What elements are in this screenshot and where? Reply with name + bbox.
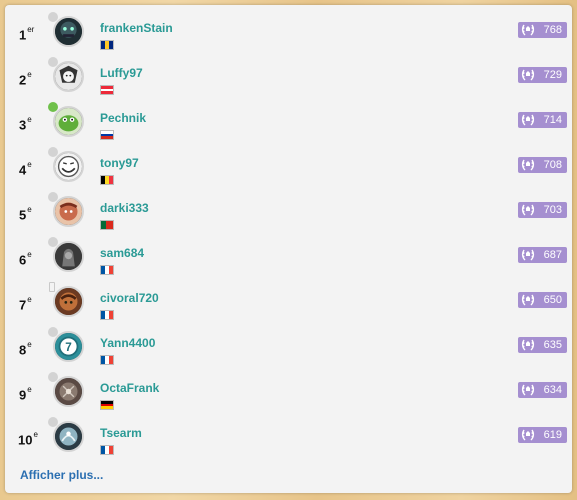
- player-name[interactable]: frankenStain: [100, 21, 173, 35]
- laurel-icon: [521, 249, 535, 261]
- avatar[interactable]: 7: [53, 331, 84, 362]
- laurel-icon: [521, 114, 535, 126]
- laurel-icon: [521, 204, 535, 216]
- laurel-icon: [521, 294, 535, 306]
- elo-value: 768: [543, 24, 562, 36]
- avatar[interactable]: [53, 106, 84, 137]
- elo-badge: 714: [518, 112, 567, 128]
- france-flag-icon: [100, 355, 114, 365]
- rank-label: 10e: [18, 430, 38, 448]
- laurel-icon: [521, 159, 535, 171]
- player-name[interactable]: sam684: [100, 246, 144, 260]
- leaderboard-row[interactable]: 9e OctaFrank 634: [5, 369, 572, 414]
- avatar[interactable]: [53, 421, 84, 452]
- player-name[interactable]: Luffy97: [100, 66, 143, 80]
- laurel-icon: [521, 24, 535, 36]
- barbados-flag-icon: [100, 40, 114, 50]
- rank-label: 5e: [19, 205, 32, 223]
- elo-value: 687: [543, 249, 562, 261]
- leaderboard-row[interactable]: 1er frankenStain 768: [5, 9, 572, 54]
- elo-badge: 703: [518, 202, 567, 218]
- status-dot-icon: [48, 372, 58, 382]
- avatar[interactable]: [53, 376, 84, 407]
- rank-label: 9e: [19, 385, 32, 403]
- player-name[interactable]: Yann4400: [100, 336, 155, 350]
- leaderboard-row[interactable]: 8e 7 Yann4400 635: [5, 324, 572, 369]
- russia-flag-icon: [100, 130, 114, 140]
- elo-badge: 635: [518, 337, 567, 353]
- leaderboard-row[interactable]: 10e Tsearm 619: [5, 414, 572, 459]
- leaderboard-panel: 1er frankenStain 768 2e Luffy97 729 3e P…: [5, 5, 572, 493]
- rank-label: 7e: [19, 295, 32, 313]
- player-name[interactable]: Tsearm: [100, 426, 142, 440]
- elo-badge: 708: [518, 157, 567, 173]
- elo-badge: 687: [518, 247, 567, 263]
- player-name[interactable]: OctaFrank: [100, 381, 159, 395]
- avatar[interactable]: [53, 196, 84, 227]
- status-dot-icon: [48, 147, 58, 157]
- elo-value: 635: [543, 339, 562, 351]
- germany-flag-icon: [100, 400, 114, 410]
- show-more-link[interactable]: Afficher plus...: [20, 468, 103, 482]
- elo-value: 634: [543, 384, 562, 396]
- france-flag-icon: [100, 445, 114, 455]
- svg-text:7: 7: [65, 341, 72, 354]
- avatar[interactable]: [53, 16, 84, 47]
- elo-badge: 650: [518, 292, 567, 308]
- elo-badge: 634: [518, 382, 567, 398]
- elo-value: 714: [543, 114, 562, 126]
- rank-label: 1er: [19, 25, 35, 43]
- rank-label: 3e: [19, 115, 32, 133]
- avatar[interactable]: [53, 241, 84, 272]
- player-name[interactable]: civoral720: [100, 291, 159, 305]
- laurel-icon: [521, 429, 535, 441]
- leaderboard-row[interactable]: 3e Pechnik 714: [5, 99, 572, 144]
- portugal-flag-icon: [100, 220, 114, 230]
- leaderboard-row[interactable]: 6e sam684 687: [5, 234, 572, 279]
- avatar[interactable]: [53, 61, 84, 92]
- rank-label: 4e: [19, 160, 32, 178]
- france-flag-icon: [100, 265, 114, 275]
- elo-badge: 619: [518, 427, 567, 443]
- elo-badge: 729: [518, 67, 567, 83]
- france-flag-icon: [100, 310, 114, 320]
- mobile-status-icon: [49, 282, 55, 292]
- rank-label: 8e: [19, 340, 32, 358]
- player-name[interactable]: Pechnik: [100, 111, 146, 125]
- avatar[interactable]: [53, 286, 84, 317]
- elo-value: 729: [543, 69, 562, 81]
- avatar[interactable]: [53, 151, 84, 182]
- laurel-icon: [521, 339, 535, 351]
- elo-value: 619: [543, 429, 562, 441]
- status-dot-icon: [48, 57, 58, 67]
- laurel-icon: [521, 69, 535, 81]
- leaderboard-row[interactable]: 2e Luffy97 729: [5, 54, 572, 99]
- elo-value: 703: [543, 204, 562, 216]
- status-dot-icon: [48, 417, 58, 427]
- leaderboard-row[interactable]: 4e tony97 708: [5, 144, 572, 189]
- player-name[interactable]: tony97: [100, 156, 139, 170]
- status-dot-icon: [48, 327, 58, 337]
- austria-flag-icon: [100, 85, 114, 95]
- rank-label: 2e: [19, 70, 32, 88]
- leaderboard-row[interactable]: 7e civoral720 650: [5, 279, 572, 324]
- status-dot-icon: [48, 192, 58, 202]
- elo-badge: 768: [518, 22, 567, 38]
- rank-label: 6e: [19, 250, 32, 268]
- belgium-flag-icon: [100, 175, 114, 185]
- elo-value: 650: [543, 294, 562, 306]
- elo-value: 708: [543, 159, 562, 171]
- status-dot-icon: [48, 102, 58, 112]
- player-name[interactable]: darki333: [100, 201, 149, 215]
- laurel-icon: [521, 384, 535, 396]
- leaderboard-row[interactable]: 5e darki333 703: [5, 189, 572, 234]
- status-dot-icon: [48, 12, 58, 22]
- status-dot-icon: [48, 237, 58, 247]
